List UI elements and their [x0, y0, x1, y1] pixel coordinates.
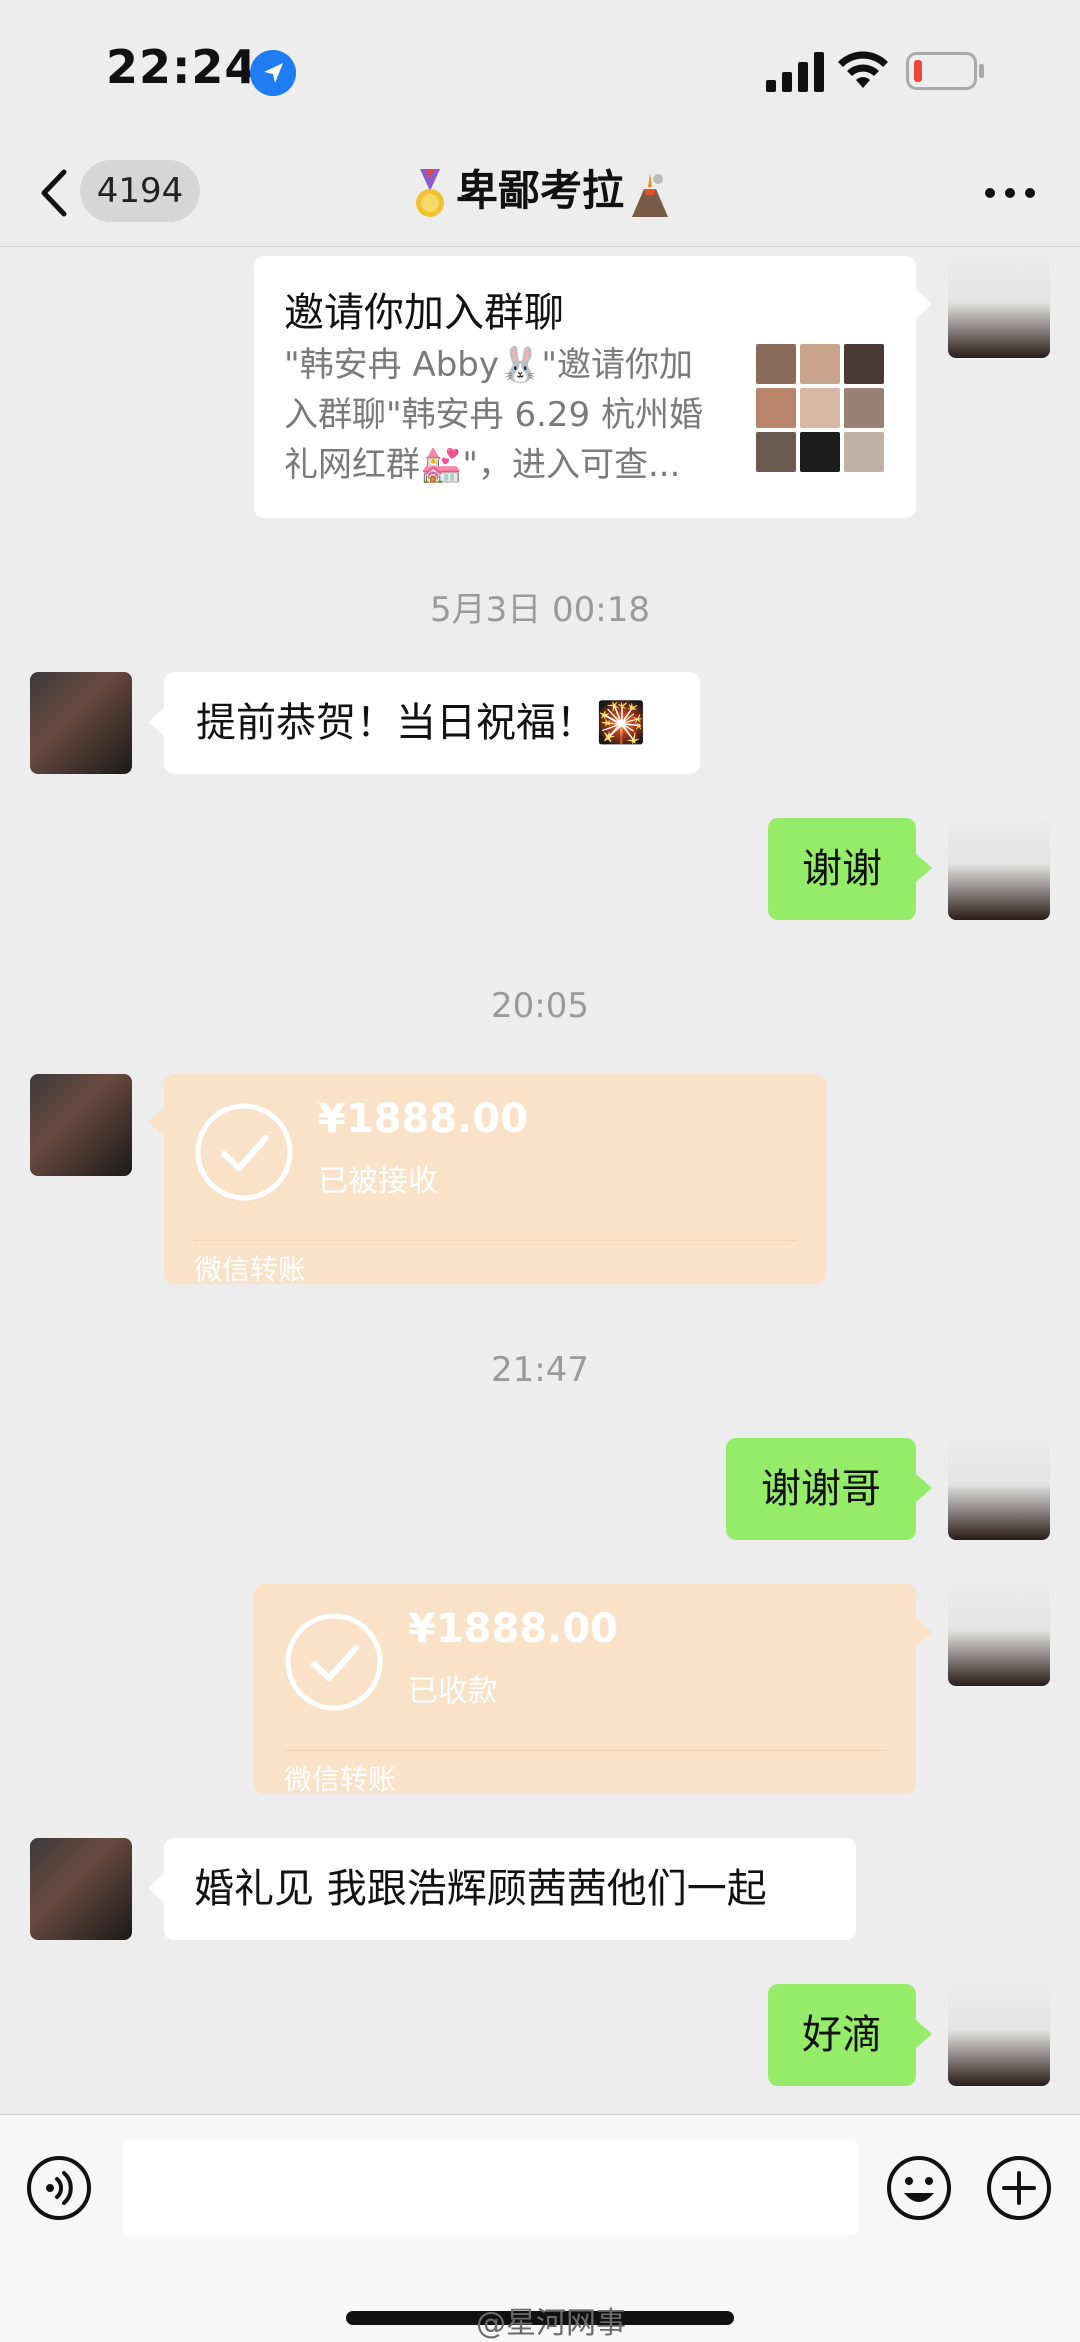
bubble-tail — [148, 708, 164, 736]
bubble-tail — [916, 2020, 932, 2048]
contact-avatar[interactable] — [30, 1838, 132, 1940]
check-circle-icon — [285, 1613, 383, 1711]
transfer-status: 已被接收 — [318, 1164, 438, 1199]
transfer-amount: ¥1888.00 — [408, 1606, 619, 1652]
my-avatar[interactable] — [948, 818, 1050, 920]
check-circle-icon — [195, 1103, 293, 1201]
chat-title-text: 卑鄙考拉 — [455, 166, 624, 215]
wechat-transfer-card[interactable]: ¥1888.00 已收款 微信转账 — [254, 1584, 916, 1796]
group-member-thumb — [756, 344, 796, 384]
bubble-tail — [148, 1874, 164, 1902]
more-options-icon[interactable] — [982, 180, 1038, 206]
my-avatar[interactable] — [948, 256, 1050, 358]
invite-title: 邀请你加入群聊 — [284, 290, 564, 336]
bubble-tail — [916, 1618, 932, 1646]
group-invite-card[interactable]: 邀请你加入群聊 "韩安冉 Abby🐰"邀请你加入群聊"韩安冉 6.29 杭州婚礼… — [254, 256, 916, 518]
plus-icon[interactable] — [986, 2155, 1052, 2221]
volcano-icon — [632, 172, 668, 217]
group-member-thumb — [800, 388, 840, 428]
message-bubble-received[interactable]: 提前恭贺！当日祝福！🎇 — [164, 672, 700, 774]
my-avatar[interactable] — [948, 1984, 1050, 2086]
status-bar: 22:24 — [0, 0, 1080, 140]
invite-description: "韩安冉 Abby🐰"邀请你加入群聊"韩安冉 6.29 杭州婚礼网红群💒"，进入… — [284, 345, 703, 485]
message-bubble-received[interactable]: 婚礼见 我跟浩辉顾茜茜他们一起 — [164, 1838, 856, 1940]
message-bubble-sent[interactable]: 好滴 — [768, 1984, 916, 2086]
medal-icon — [415, 168, 444, 217]
group-avatar-grid — [756, 344, 884, 472]
message-bubble-sent[interactable]: 谢谢 — [768, 818, 916, 920]
wifi-icon — [838, 51, 888, 88]
watermark-text: @星河网事 — [476, 2306, 626, 2341]
message-timestamp: 21:47 — [491, 1350, 589, 1390]
message-timestamp: 5月3日 00:18 — [429, 590, 651, 630]
transfer-status: 已收款 — [408, 1674, 498, 1709]
chat-header: 4194 卑鄙考拉 — [0, 140, 1080, 247]
bubble-tail — [916, 1474, 932, 1502]
contact-avatar[interactable] — [30, 672, 132, 774]
my-avatar[interactable] — [948, 1438, 1050, 1540]
chat-title: 卑鄙考拉 — [0, 158, 1080, 224]
group-member-thumb — [800, 432, 840, 472]
group-member-thumb — [844, 344, 884, 384]
message-timestamp: 20:05 — [491, 986, 589, 1026]
group-member-thumb — [756, 388, 796, 428]
battery-low-icon — [906, 52, 984, 90]
location-arrow-icon — [250, 50, 296, 96]
transfer-divider — [284, 1750, 886, 1751]
wechat-transfer-card[interactable]: ¥1888.00 已被接收 微信转账 — [164, 1074, 826, 1286]
transfer-divider — [194, 1240, 796, 1241]
group-member-thumb — [844, 432, 884, 472]
voice-input-icon[interactable] — [26, 2155, 92, 2221]
bubble-tail — [916, 290, 932, 318]
status-time: 22:24 — [106, 40, 258, 94]
bubble-tail — [148, 1108, 164, 1136]
message-bubble-sent[interactable]: 谢谢哥 — [726, 1438, 916, 1540]
transfer-amount: ¥1888.00 — [318, 1096, 529, 1142]
my-avatar[interactable] — [948, 1584, 1050, 1686]
transfer-brand-label: 微信转账 — [194, 1253, 307, 1286]
group-member-thumb — [800, 344, 840, 384]
cellular-signal-icon — [766, 52, 824, 92]
transfer-brand-label: 微信转账 — [284, 1763, 397, 1796]
group-member-thumb — [844, 388, 884, 428]
group-member-thumb — [756, 432, 796, 472]
bubble-tail — [916, 854, 932, 882]
emoji-icon[interactable] — [886, 2155, 952, 2221]
contact-avatar[interactable] — [30, 1074, 132, 1176]
message-input[interactable] — [122, 2139, 858, 2235]
